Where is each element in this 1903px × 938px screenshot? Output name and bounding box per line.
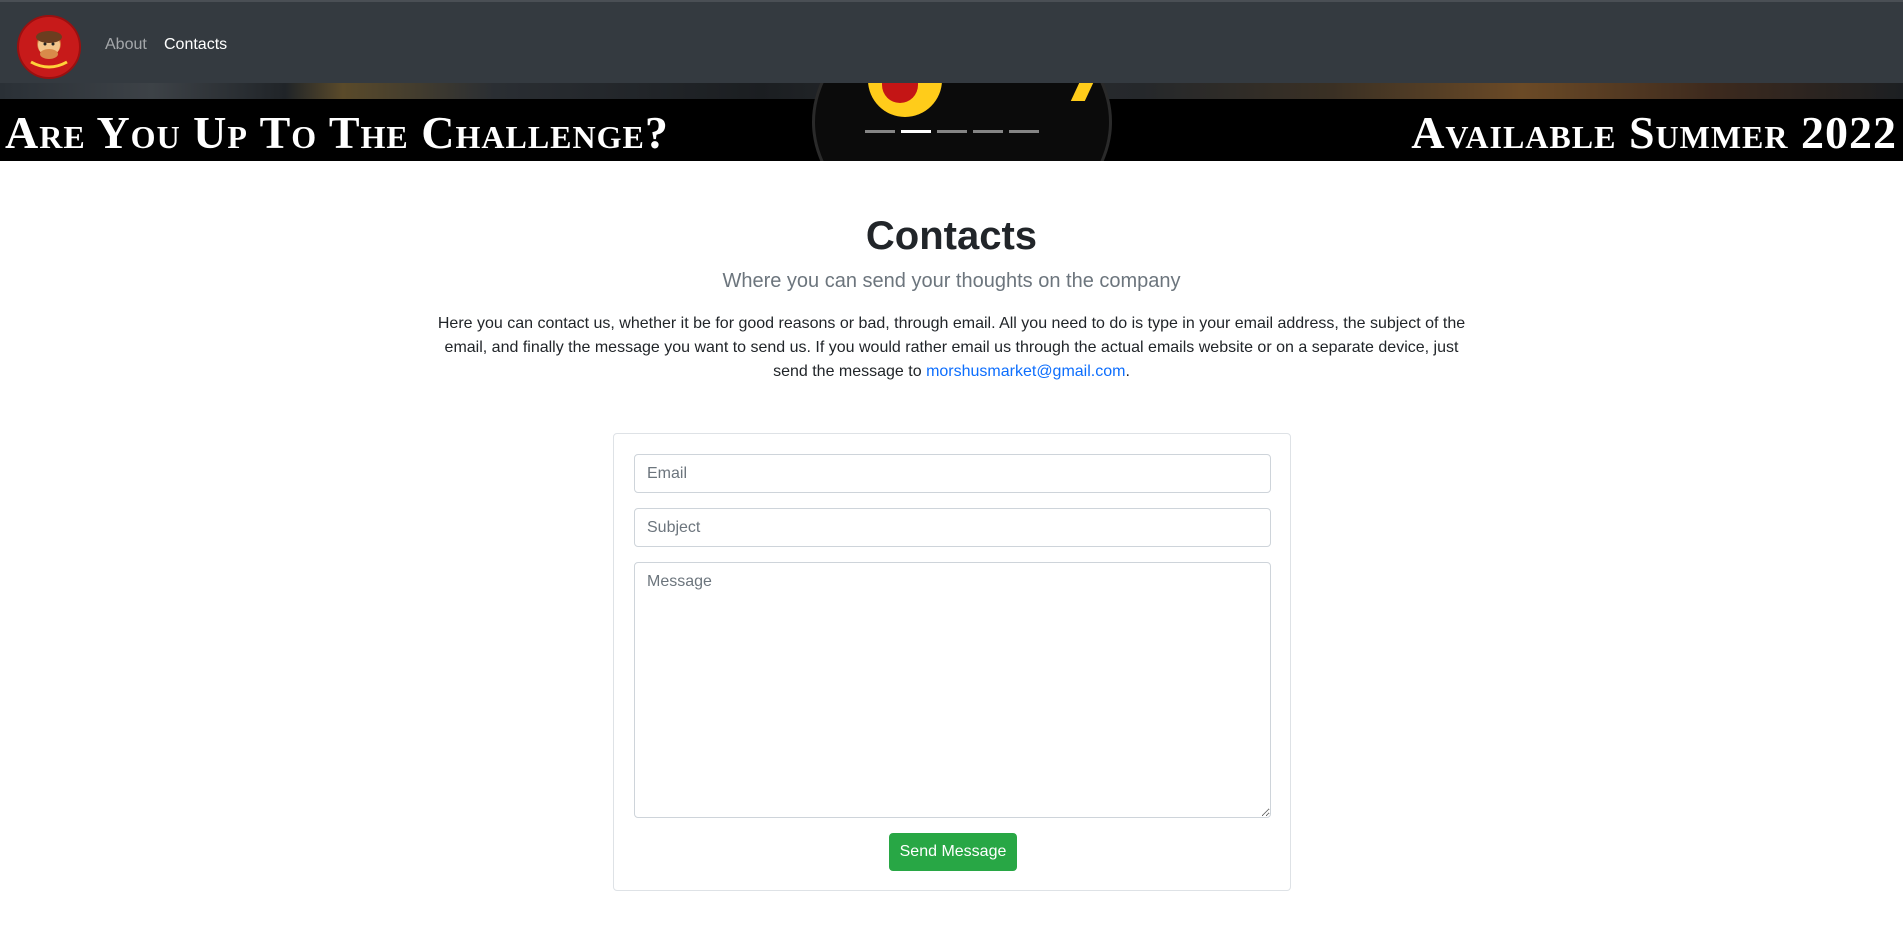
banner-emblem xyxy=(812,83,1112,161)
intro-end: . xyxy=(1125,363,1130,380)
page-title: Contacts xyxy=(865,214,1038,258)
send-message-button[interactable]: Send Message xyxy=(889,833,1017,871)
carousel-indicator[interactable] xyxy=(1009,130,1039,133)
carousel-indicator-active[interactable] xyxy=(901,130,931,133)
intro-paragraph: Here you can contact us, whether it be f… xyxy=(425,312,1478,384)
carousel-indicator[interactable] xyxy=(865,130,895,133)
contact-form: Send Message xyxy=(613,433,1291,891)
page-subtitle: Where you can send your thoughts on the … xyxy=(722,270,1181,292)
email-link[interactable]: morshusmarket@gmail.com xyxy=(926,363,1125,380)
subject-field[interactable] xyxy=(634,508,1271,547)
carousel-indicator[interactable] xyxy=(937,130,967,133)
banner-headline: Are You Up To The Challenge? xyxy=(5,107,669,158)
logo-mascot-icon xyxy=(30,31,68,69)
navbar: About Contacts xyxy=(0,0,1903,83)
banner-release-text: Available Summer 2022 xyxy=(1411,107,1897,158)
nav-link-about[interactable]: About xyxy=(105,35,147,55)
nav-link-contacts[interactable]: Contacts xyxy=(164,35,227,55)
email-field[interactable] xyxy=(634,454,1271,493)
carousel-indicator[interactable] xyxy=(973,130,1003,133)
morshus-market-logo[interactable] xyxy=(17,15,81,79)
message-field[interactable] xyxy=(634,562,1271,818)
carousel-indicators xyxy=(865,130,1039,133)
banner-carousel[interactable]: Are You Up To The Challenge? Available S… xyxy=(0,83,1903,161)
